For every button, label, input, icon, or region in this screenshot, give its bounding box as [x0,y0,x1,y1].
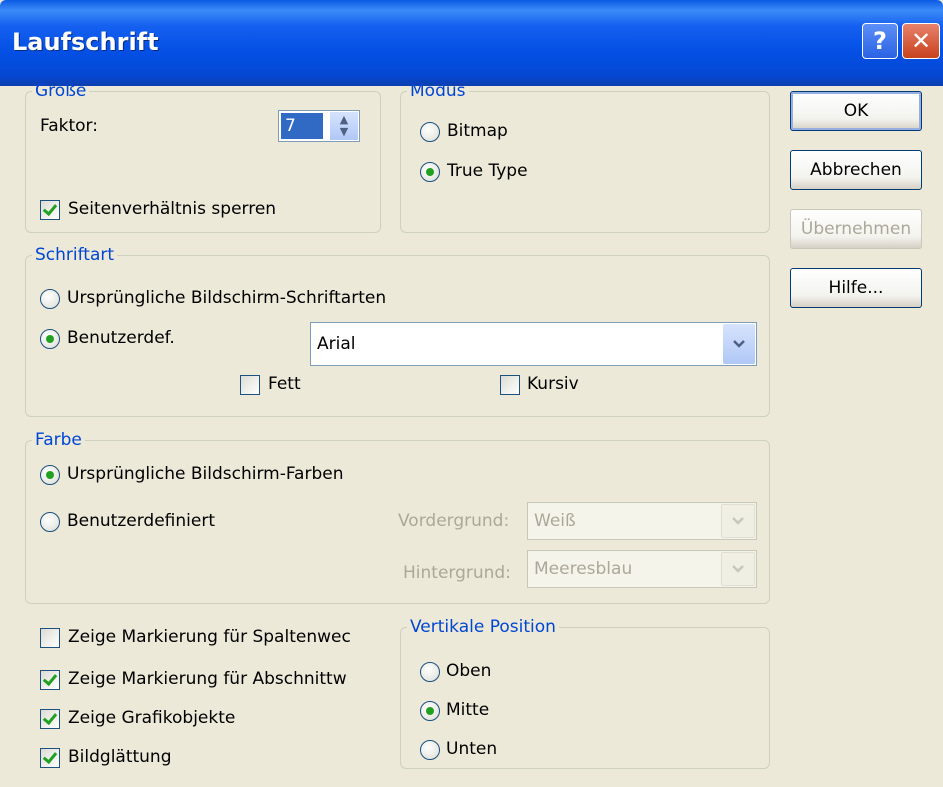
original-colors-label[interactable]: Ursprüngliche Bildschirm-Farben [67,464,343,484]
kursiv-label[interactable]: Kursiv [527,374,579,394]
option-label-grafikobjekte[interactable]: Zeige Grafikobjekte [68,708,235,728]
hintergrund-value: Meeresblau [534,559,633,579]
window-title: Laufschrift [12,28,159,56]
farbe-legend: Farbe [35,430,82,450]
vordergrund-label: Vordergrund: [398,511,510,531]
schriftart-legend: Schriftart [35,245,115,265]
unten-radio[interactable] [420,740,440,760]
chevron-down-icon[interactable] [721,552,755,586]
original-fonts-label[interactable]: Ursprüngliche Bildschirm-Schriftarten [67,288,386,308]
close-icon: ✕ [910,27,932,55]
option-label-abschnittwechsel[interactable]: Zeige Markierung für Abschnittw [68,669,384,689]
chevron-down-icon[interactable] [721,504,755,538]
font-select[interactable]: Arial [310,322,757,366]
uebernehmen-button[interactable]: Übernehmen [790,209,922,249]
modus-group: Modus [400,81,770,233]
oben-label[interactable]: Oben [446,661,491,681]
mitte-radio[interactable] [420,701,440,721]
faktor-label: Faktor: [40,116,98,136]
hintergrund-label: Hintergrund: [403,563,511,583]
truetype-label[interactable]: True Type [447,161,528,181]
groesse-legend: Größe [35,81,87,101]
help-title-button[interactable]: ? [862,23,898,59]
hilfe-button[interactable]: Hilfe... [790,268,922,308]
vordergrund-select[interactable]: Weiß [527,502,757,540]
option-label-spaltenwechsel[interactable]: Zeige Markierung für Spaltenwec [68,627,384,647]
kursiv-checkbox[interactable] [500,375,520,395]
seitenverhaeltnis-checkbox[interactable] [40,200,60,220]
option-checkbox-spaltenwechsel[interactable] [40,628,60,648]
vertikal-legend: Vertikale Position [410,617,556,637]
oben-radio[interactable] [420,662,440,682]
truetype-radio[interactable] [420,162,440,182]
spin-updown-icon[interactable]: ▲ ▼ [330,112,358,140]
mitte-label[interactable]: Mitte [446,700,489,720]
option-checkbox-grafikobjekte[interactable] [40,709,60,729]
font-select-value: Arial [317,334,356,354]
seitenverhaeltnis-label[interactable]: Seitenverhältnis sperren [68,199,276,219]
bitmap-radio[interactable] [420,122,440,142]
hintergrund-select[interactable]: Meeresblau [527,550,757,588]
custom-colors-radio[interactable] [40,512,60,532]
bitmap-label[interactable]: Bitmap [447,121,508,141]
option-checkbox-abschnittwechsel[interactable] [40,670,60,690]
abbrechen-button[interactable]: Abbrechen [790,150,922,190]
faktor-spinner[interactable]: 7 ▲ ▼ [278,110,360,142]
unten-label[interactable]: Unten [446,739,497,759]
fett-checkbox[interactable] [240,375,260,395]
custom-font-radio[interactable] [40,329,60,349]
option-checkbox-bildglaettung[interactable] [40,748,60,768]
fett-label[interactable]: Fett [268,374,301,394]
close-title-button[interactable]: ✕ [902,23,940,59]
custom-colors-label[interactable]: Benutzerdefiniert [67,511,215,531]
vordergrund-value: Weiß [534,511,576,531]
original-colors-radio[interactable] [40,465,60,485]
original-fonts-radio[interactable] [40,289,60,309]
option-label-bildglaettung[interactable]: Bildglättung [68,747,172,767]
chevron-down-icon[interactable] [723,324,755,364]
modus-legend: Modus [410,81,466,101]
title-bar: Laufschrift ? ✕ [0,0,943,86]
ok-button[interactable]: OK [790,91,922,131]
faktor-value[interactable]: 7 [281,113,323,139]
custom-font-label[interactable]: Benutzerdef. [67,328,175,348]
help-icon: ? [873,27,887,55]
